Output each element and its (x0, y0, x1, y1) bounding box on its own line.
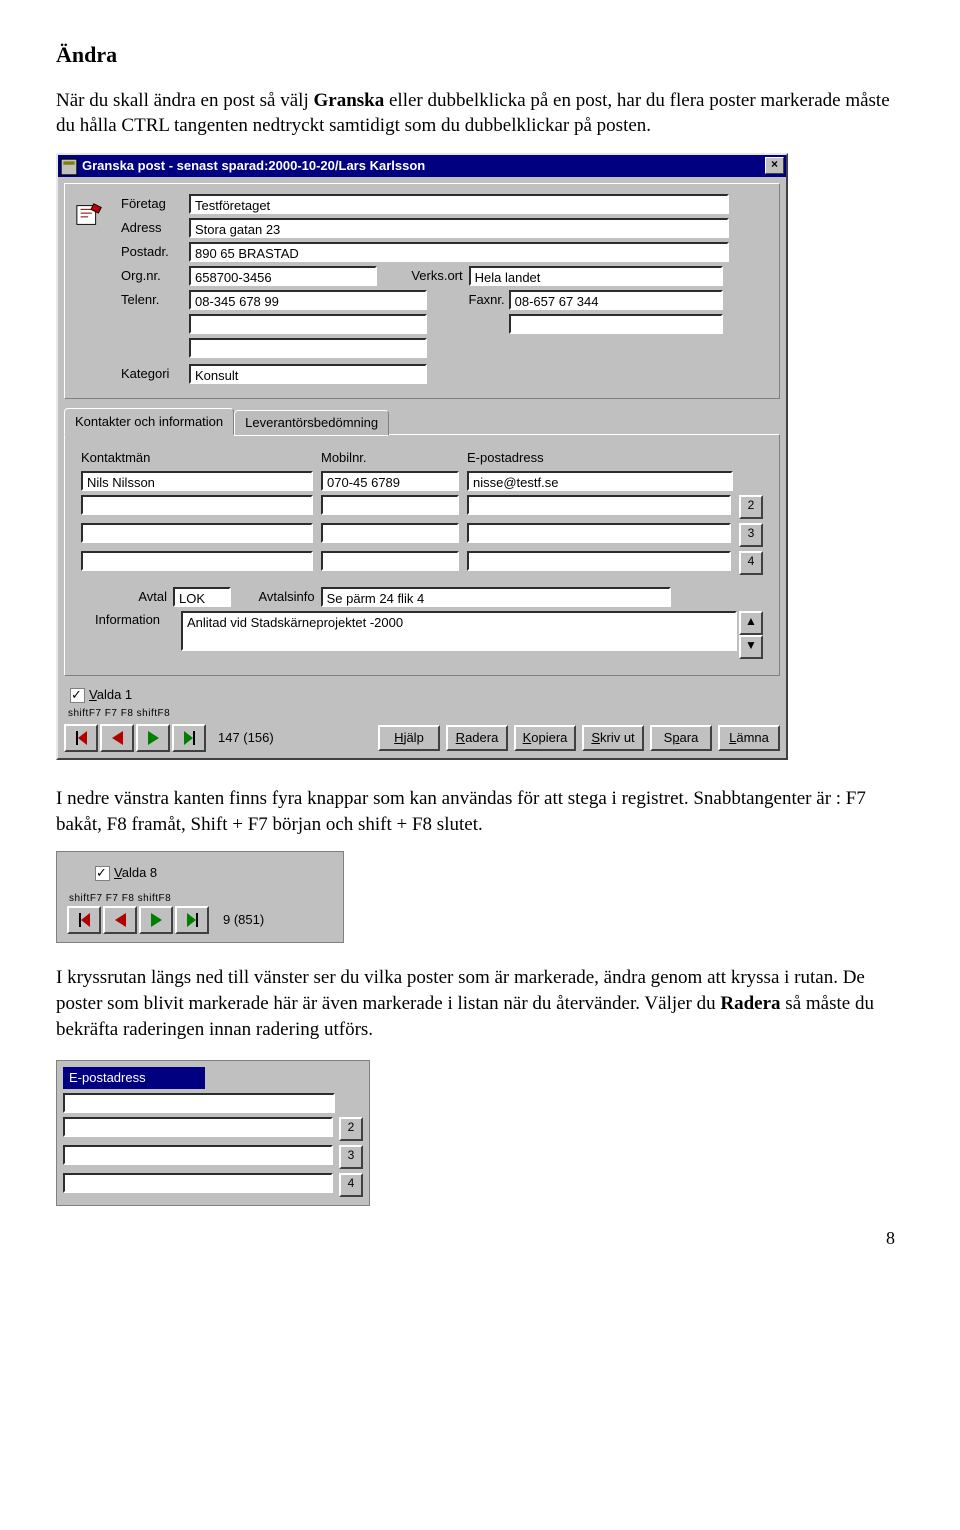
input-orgnr[interactable]: 658700-3456 (189, 266, 377, 286)
input-tel3[interactable] (189, 338, 427, 358)
row-btn-4[interactable]: 4 (739, 551, 763, 575)
input-mobil-1[interactable]: 070-45 6789 (321, 471, 459, 491)
lbl-kategori: Kategori (121, 365, 189, 383)
input-epost-2[interactable] (467, 495, 731, 515)
input-avtalsinfo[interactable]: Se pärm 24 flik 4 (321, 587, 671, 607)
para-3: I kryssrutan längs ned till vänster ser … (56, 965, 904, 1042)
tab-leverantor[interactable]: Leverantörsbedömning (234, 410, 389, 436)
nav-crop: Valda 8 shiftF7 F7 F8 shiftF8 9 (851) (56, 851, 344, 943)
input-adress[interactable]: Stora gatan 23 (189, 218, 729, 238)
granska-post-window: Granska post - senast sparad:2000-10-20/… (56, 153, 788, 760)
page-number: 8 (886, 1226, 895, 1250)
input-epost-4[interactable] (467, 551, 731, 571)
app-icon (60, 158, 78, 174)
btn-hjalp[interactable]: Hjälp (378, 725, 440, 751)
input-mobil-4[interactable] (321, 551, 459, 571)
epost-btn-3[interactable]: 3 (339, 1145, 363, 1169)
input-postadr[interactable]: 890 65 BRASTAD (189, 242, 729, 262)
record-count: 147 (156) (218, 729, 274, 747)
lbl-telenr: Telenr. (121, 291, 189, 309)
valda-row: Valda 1 (58, 676, 786, 706)
input-tel2[interactable] (189, 314, 427, 334)
input-telenr[interactable]: 08-345 678 99 (189, 290, 427, 310)
form-icon (75, 194, 121, 388)
lbl-avtalsinfo: Avtalsinfo (235, 588, 321, 606)
btn-lamna[interactable]: Lämna (718, 725, 780, 751)
lbl-orgnr: Org.nr. (121, 267, 189, 285)
btn-radera[interactable]: Radera (446, 725, 508, 751)
btn-skrivut[interactable]: Skriv ut (582, 725, 644, 751)
epost-row-2[interactable] (63, 1117, 333, 1137)
page-heading: Ändra (56, 40, 904, 70)
nav-prev[interactable] (100, 724, 134, 752)
scroll-up[interactable]: ▲ (739, 611, 763, 635)
close-button[interactable]: × (765, 157, 784, 174)
input-mobil-2[interactable] (321, 495, 459, 515)
epost-btn-4[interactable]: 4 (339, 1173, 363, 1197)
input-foretag[interactable]: Testföretaget (189, 194, 729, 214)
epost-crop: E-postadress 2 3 4 (56, 1060, 370, 1206)
input-avtal[interactable]: LOK (173, 587, 231, 607)
epost-row-1[interactable] (63, 1093, 335, 1113)
nav-shortcuts-2: shiftF7 F7 F8 shiftF8 (69, 892, 333, 906)
nav-last[interactable] (172, 724, 206, 752)
epost-row-4[interactable] (63, 1173, 333, 1193)
para-1: När du skall ändra en post så välj Grans… (56, 88, 904, 139)
lbl-avtal: Avtal (81, 588, 173, 606)
input-kategori[interactable]: Konsult (189, 364, 427, 384)
input-epost-1[interactable]: nisse@testf.se (467, 471, 733, 491)
lbl-kontaktman: Kontaktmän (81, 449, 150, 467)
tab-panel-kontakter: Kontaktmän Mobilnr. E-postadress Nils Ni… (64, 434, 780, 676)
valda-checkbox[interactable] (70, 688, 85, 703)
record-count-2: 9 (851) (223, 911, 264, 929)
input-kontaktman-4[interactable] (81, 551, 313, 571)
input-epost-3[interactable] (467, 523, 731, 543)
input-kontaktman-3[interactable] (81, 523, 313, 543)
nav-last-2[interactable] (175, 906, 209, 934)
scroll-down[interactable]: ▼ (739, 635, 763, 659)
input-information[interactable]: Anlitad vid Stadskärneprojektet -2000 (181, 611, 737, 651)
epost-row-3[interactable] (63, 1145, 333, 1165)
valda-label-2: Valda 8 (114, 865, 157, 880)
window-title: Granska post - senast sparad:2000-10-20/… (82, 157, 765, 175)
nav-prev-2[interactable] (103, 906, 137, 934)
lbl-postadr: Postadr. (121, 243, 189, 261)
row-btn-3[interactable]: 3 (739, 523, 763, 547)
lbl-information: Information (81, 611, 181, 629)
lbl-faxnr: Faxnr. (431, 291, 509, 309)
lbl-foretag: Företag (121, 195, 189, 213)
valda-checkbox-2[interactable] (95, 866, 110, 881)
lbl-mobilnr: Mobilnr. (321, 449, 367, 467)
valda-label: Valda 1 (89, 687, 132, 702)
para-2: I nedre vänstra kanten finns fyra knappa… (56, 786, 904, 837)
input-kontaktman-2[interactable] (81, 495, 313, 515)
input-fax2[interactable] (509, 314, 723, 334)
company-section: FöretagTestföretaget AdressStora gatan 2… (64, 183, 780, 399)
btn-spara[interactable]: Spara (650, 725, 712, 751)
input-verksort[interactable]: Hela landet (469, 266, 723, 286)
nav-first-2[interactable] (67, 906, 101, 934)
btn-kopiera[interactable]: Kopiera (514, 725, 576, 751)
input-kontaktman-1[interactable]: Nils Nilsson (81, 471, 313, 491)
para1-a: När du skall ändra en post så välj (56, 90, 313, 111)
para3-b: Radera (720, 993, 780, 1014)
tabs: Kontakter och informationLeverantörsbedö… (64, 407, 780, 676)
nav-shortcuts: shiftF7 F7 F8 shiftF8 (60, 707, 786, 721)
lbl-epost: E-postadress (467, 449, 544, 467)
titlebar: Granska post - senast sparad:2000-10-20/… (58, 155, 786, 177)
lbl-adress: Adress (121, 219, 189, 237)
bottom-bar: 147 (156) Hjälp Radera Kopiera Skriv ut … (58, 722, 786, 758)
epost-btn-2[interactable]: 2 (339, 1117, 363, 1141)
row-btn-2[interactable]: 2 (739, 495, 763, 519)
input-mobil-3[interactable] (321, 523, 459, 543)
lbl-verksort: Verks.ort (381, 267, 469, 285)
epost-header: E-postadress (63, 1067, 205, 1089)
nav-next[interactable] (136, 724, 170, 752)
nav-first[interactable] (64, 724, 98, 752)
nav-next-2[interactable] (139, 906, 173, 934)
para1-b: Granska (313, 90, 384, 111)
input-faxnr[interactable]: 08-657 67 344 (509, 290, 723, 310)
tab-kontakter[interactable]: Kontakter och information (64, 408, 234, 435)
